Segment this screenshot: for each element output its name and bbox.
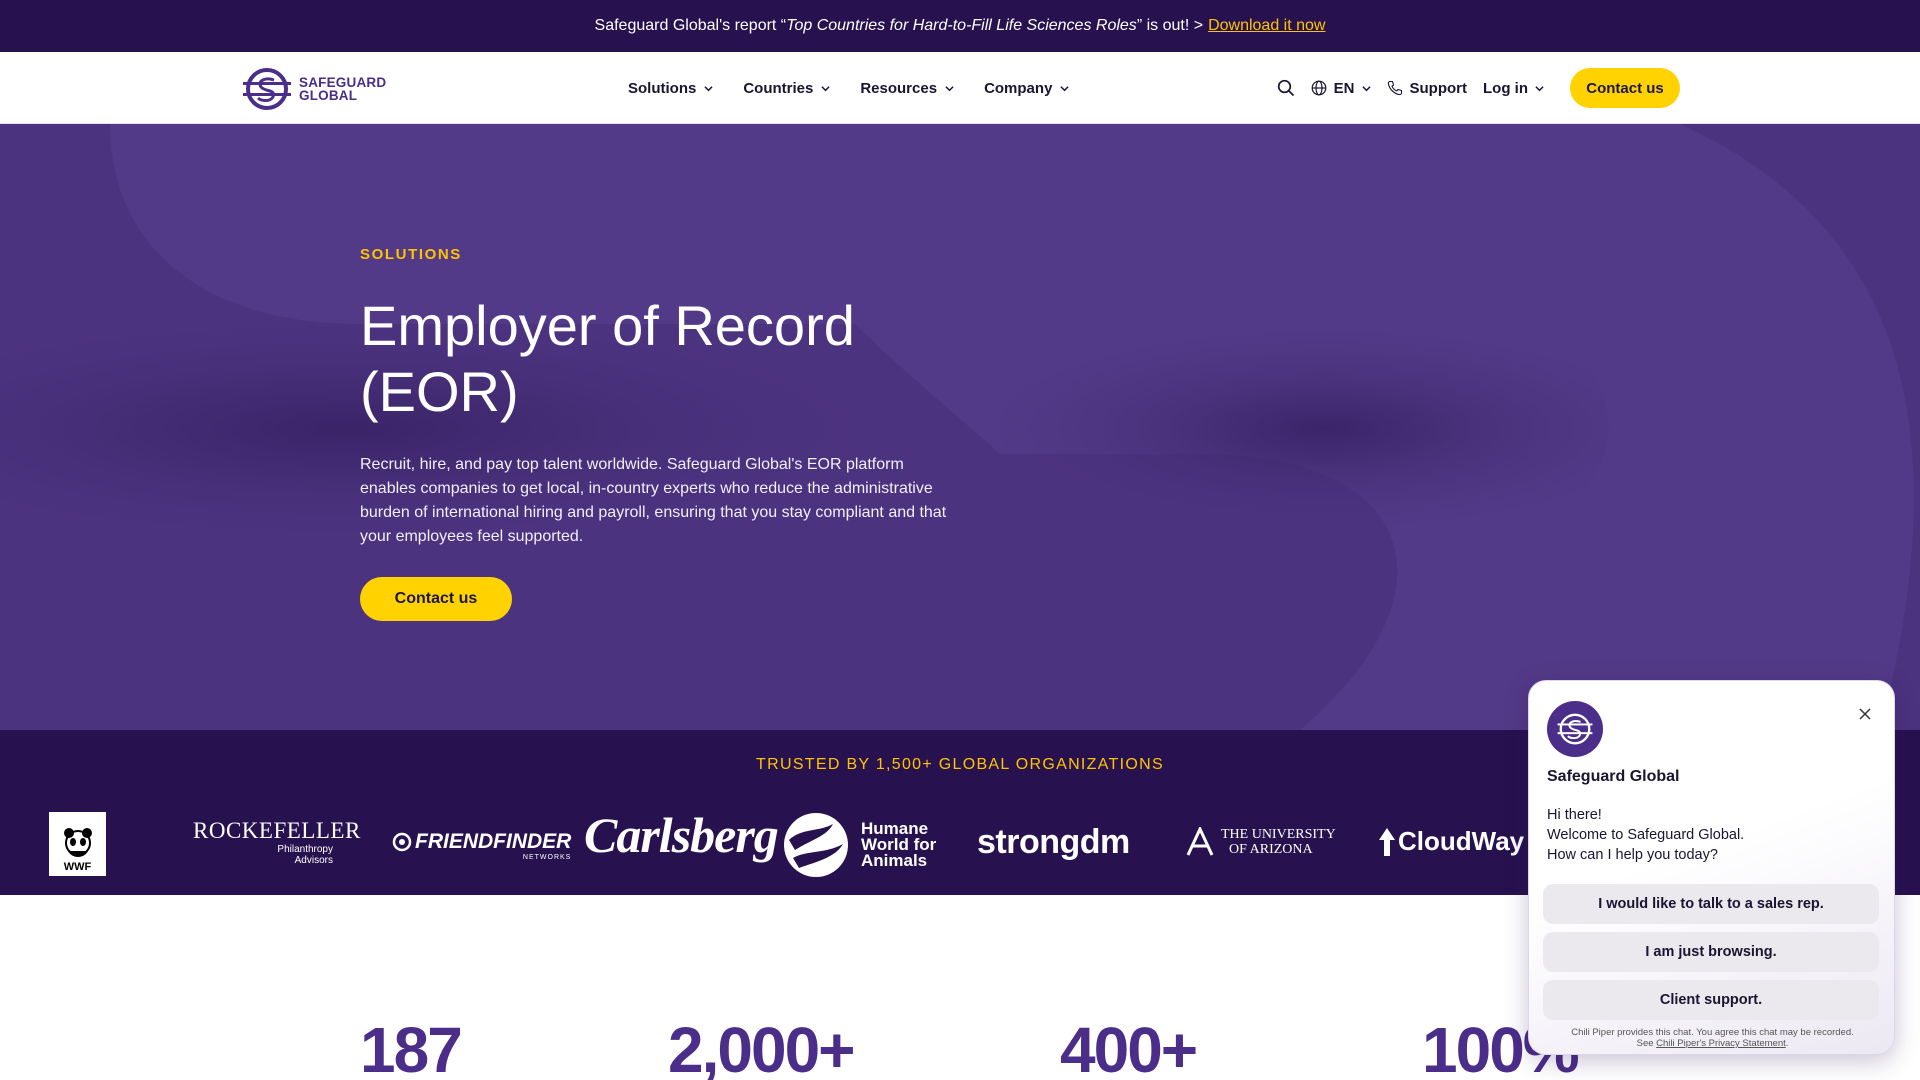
chat-footer-see: See: [1636, 1038, 1654, 1049]
support-label: Support: [1409, 79, 1468, 97]
chevron-down-icon: [1361, 85, 1371, 91]
arizona-line1: THE UNIVERSITY: [1221, 827, 1336, 842]
chat-welcome: Welcome to Safeguard Global.: [1547, 827, 1745, 843]
humane-world-logo: Humane World for Animals: [781, 810, 936, 880]
phone-icon: [1387, 80, 1402, 96]
carlsberg-logo: Carlsberg: [584, 807, 779, 863]
announcement-report-title: Top Countries for Hard-to-Fill Life Scie…: [786, 17, 1137, 34]
stat-experts: 2,000+: [668, 1014, 856, 1080]
announcement-prefix: Safeguard Global's report “: [594, 17, 787, 34]
safeguard-logo-icon: [1557, 713, 1593, 745]
search-icon[interactable]: [1277, 79, 1295, 97]
logo-text-line2: GLOBAL: [299, 88, 358, 103]
announcement-suffix: ” is out! >: [1136, 17, 1204, 34]
hero-eyebrow: SOLUTIONS: [360, 246, 462, 263]
wwf-logo: WWF: [49, 812, 106, 876]
wwf-label: WWF: [63, 861, 92, 873]
friendfinder-name: FRIENDFINDER: [415, 830, 572, 853]
chat-option-sales-rep[interactable]: I would like to talk to a sales rep.: [1543, 884, 1879, 924]
chat-greeting: Hi there!: [1547, 807, 1602, 823]
login-label: Log in: [1483, 79, 1528, 97]
humane-line3: Animals: [861, 851, 928, 870]
nav-countries[interactable]: Countries: [743, 80, 830, 97]
rockefeller-name: ROCKEFELLER: [193, 818, 361, 843]
chevron-down-icon: [704, 85, 713, 91]
arizona-a-icon: [1186, 827, 1214, 856]
nav-solutions-label: Solutions: [628, 79, 697, 97]
privacy-statement-link[interactable]: Chili Piper's Privacy Statement: [1656, 1038, 1786, 1049]
chat-avatar: [1547, 701, 1603, 757]
cloudway-name: CloudWay: [1398, 826, 1525, 856]
hero-section: SOLUTIONS Employer of Record (EOR) Recru…: [0, 124, 1920, 730]
support-link[interactable]: Support: [1387, 79, 1468, 97]
nav-countries-label: Countries: [743, 79, 814, 97]
friendfinder-subtitle: NETWORKS: [522, 854, 572, 861]
cloudway-logo: CloudWay: [1378, 826, 1524, 857]
stat-partners: 400+: [1060, 1014, 1198, 1080]
panda-icon: [63, 828, 92, 857]
nav-solutions[interactable]: Solutions: [628, 80, 713, 97]
chat-option-browsing[interactable]: I am just browsing.: [1543, 932, 1879, 972]
chat-message: Hi there! Welcome to Safeguard Global. H…: [1547, 805, 1744, 865]
header-utilities: EN Support Log in Contact us: [1277, 52, 1680, 124]
hero-description: Recruit, hire, and pay top talent worldw…: [360, 456, 947, 545]
arizona-line2: OF ARIZONA: [1229, 842, 1313, 857]
download-report-link[interactable]: Download it now: [1208, 17, 1325, 35]
chevron-down-icon: [945, 85, 954, 91]
close-icon[interactable]: [1858, 707, 1872, 721]
globe-icon: [1311, 80, 1327, 96]
strongdm-logo: strongdm: [977, 823, 1130, 861]
humane-world-mark-icon: [784, 813, 848, 877]
main-nav: Solutions Countries Resources Company: [628, 52, 1070, 124]
login-menu[interactable]: Log in: [1483, 80, 1544, 97]
chevron-down-icon: [821, 85, 830, 91]
language-label: EN: [1333, 79, 1355, 97]
nav-company-label: Company: [984, 79, 1053, 97]
nav-resources[interactable]: Resources: [860, 80, 954, 97]
friendfinder-mark-icon: [392, 832, 412, 852]
cloudway-arrow-icon: [1379, 827, 1395, 856]
hero-title: Employer of Record (EOR): [360, 294, 855, 423]
nav-resources-label: Resources: [860, 79, 938, 97]
chat-sender-name: Safeguard Global: [1547, 768, 1680, 785]
chat-footer: Chili Piper provides this chat. You agre…: [1529, 1027, 1896, 1049]
language-selector[interactable]: EN: [1311, 80, 1371, 97]
logo-mark-icon: [243, 68, 291, 110]
chat-question: How can I help you today?: [1547, 847, 1718, 863]
chevron-down-icon: [1060, 85, 1070, 91]
chat-widget: Safeguard Global Hi there! Welcome to Sa…: [1528, 680, 1895, 1055]
nav-company[interactable]: Company: [984, 79, 1070, 97]
chat-footer-notice: Chili Piper provides this chat. You agre…: [1571, 1027, 1854, 1038]
announcement-bar: Safeguard Global's report “Top Countries…: [0, 0, 1920, 52]
hero-contact-button[interactable]: Contact us: [360, 577, 512, 621]
chat-footer-period: .: [1785, 1038, 1789, 1049]
friendfinder-logo: FRIENDFINDER NETWORKS: [392, 830, 571, 861]
hero-content: SOLUTIONS Employer of Record (EOR) Recru…: [360, 246, 980, 621]
chat-option-client-support[interactable]: Client support.: [1543, 980, 1879, 1020]
university-of-arizona-logo: THE UNIVERSITY OF ARIZONA: [1185, 827, 1336, 857]
header-contact-button[interactable]: Contact us: [1570, 68, 1680, 108]
rockefeller-subtitle: Philanthropy Advisors: [277, 844, 333, 866]
safeguard-global-logo[interactable]: SAFEGUARD GLOBAL: [243, 66, 413, 112]
chevron-down-icon: [1535, 85, 1544, 91]
site-header: SAFEGUARD GLOBAL Solutions Countries Res…: [0, 52, 1920, 124]
rockefeller-logo: ROCKEFELLER Philanthropy Advisors: [193, 818, 361, 866]
stat-countries: 187: [360, 1014, 463, 1080]
